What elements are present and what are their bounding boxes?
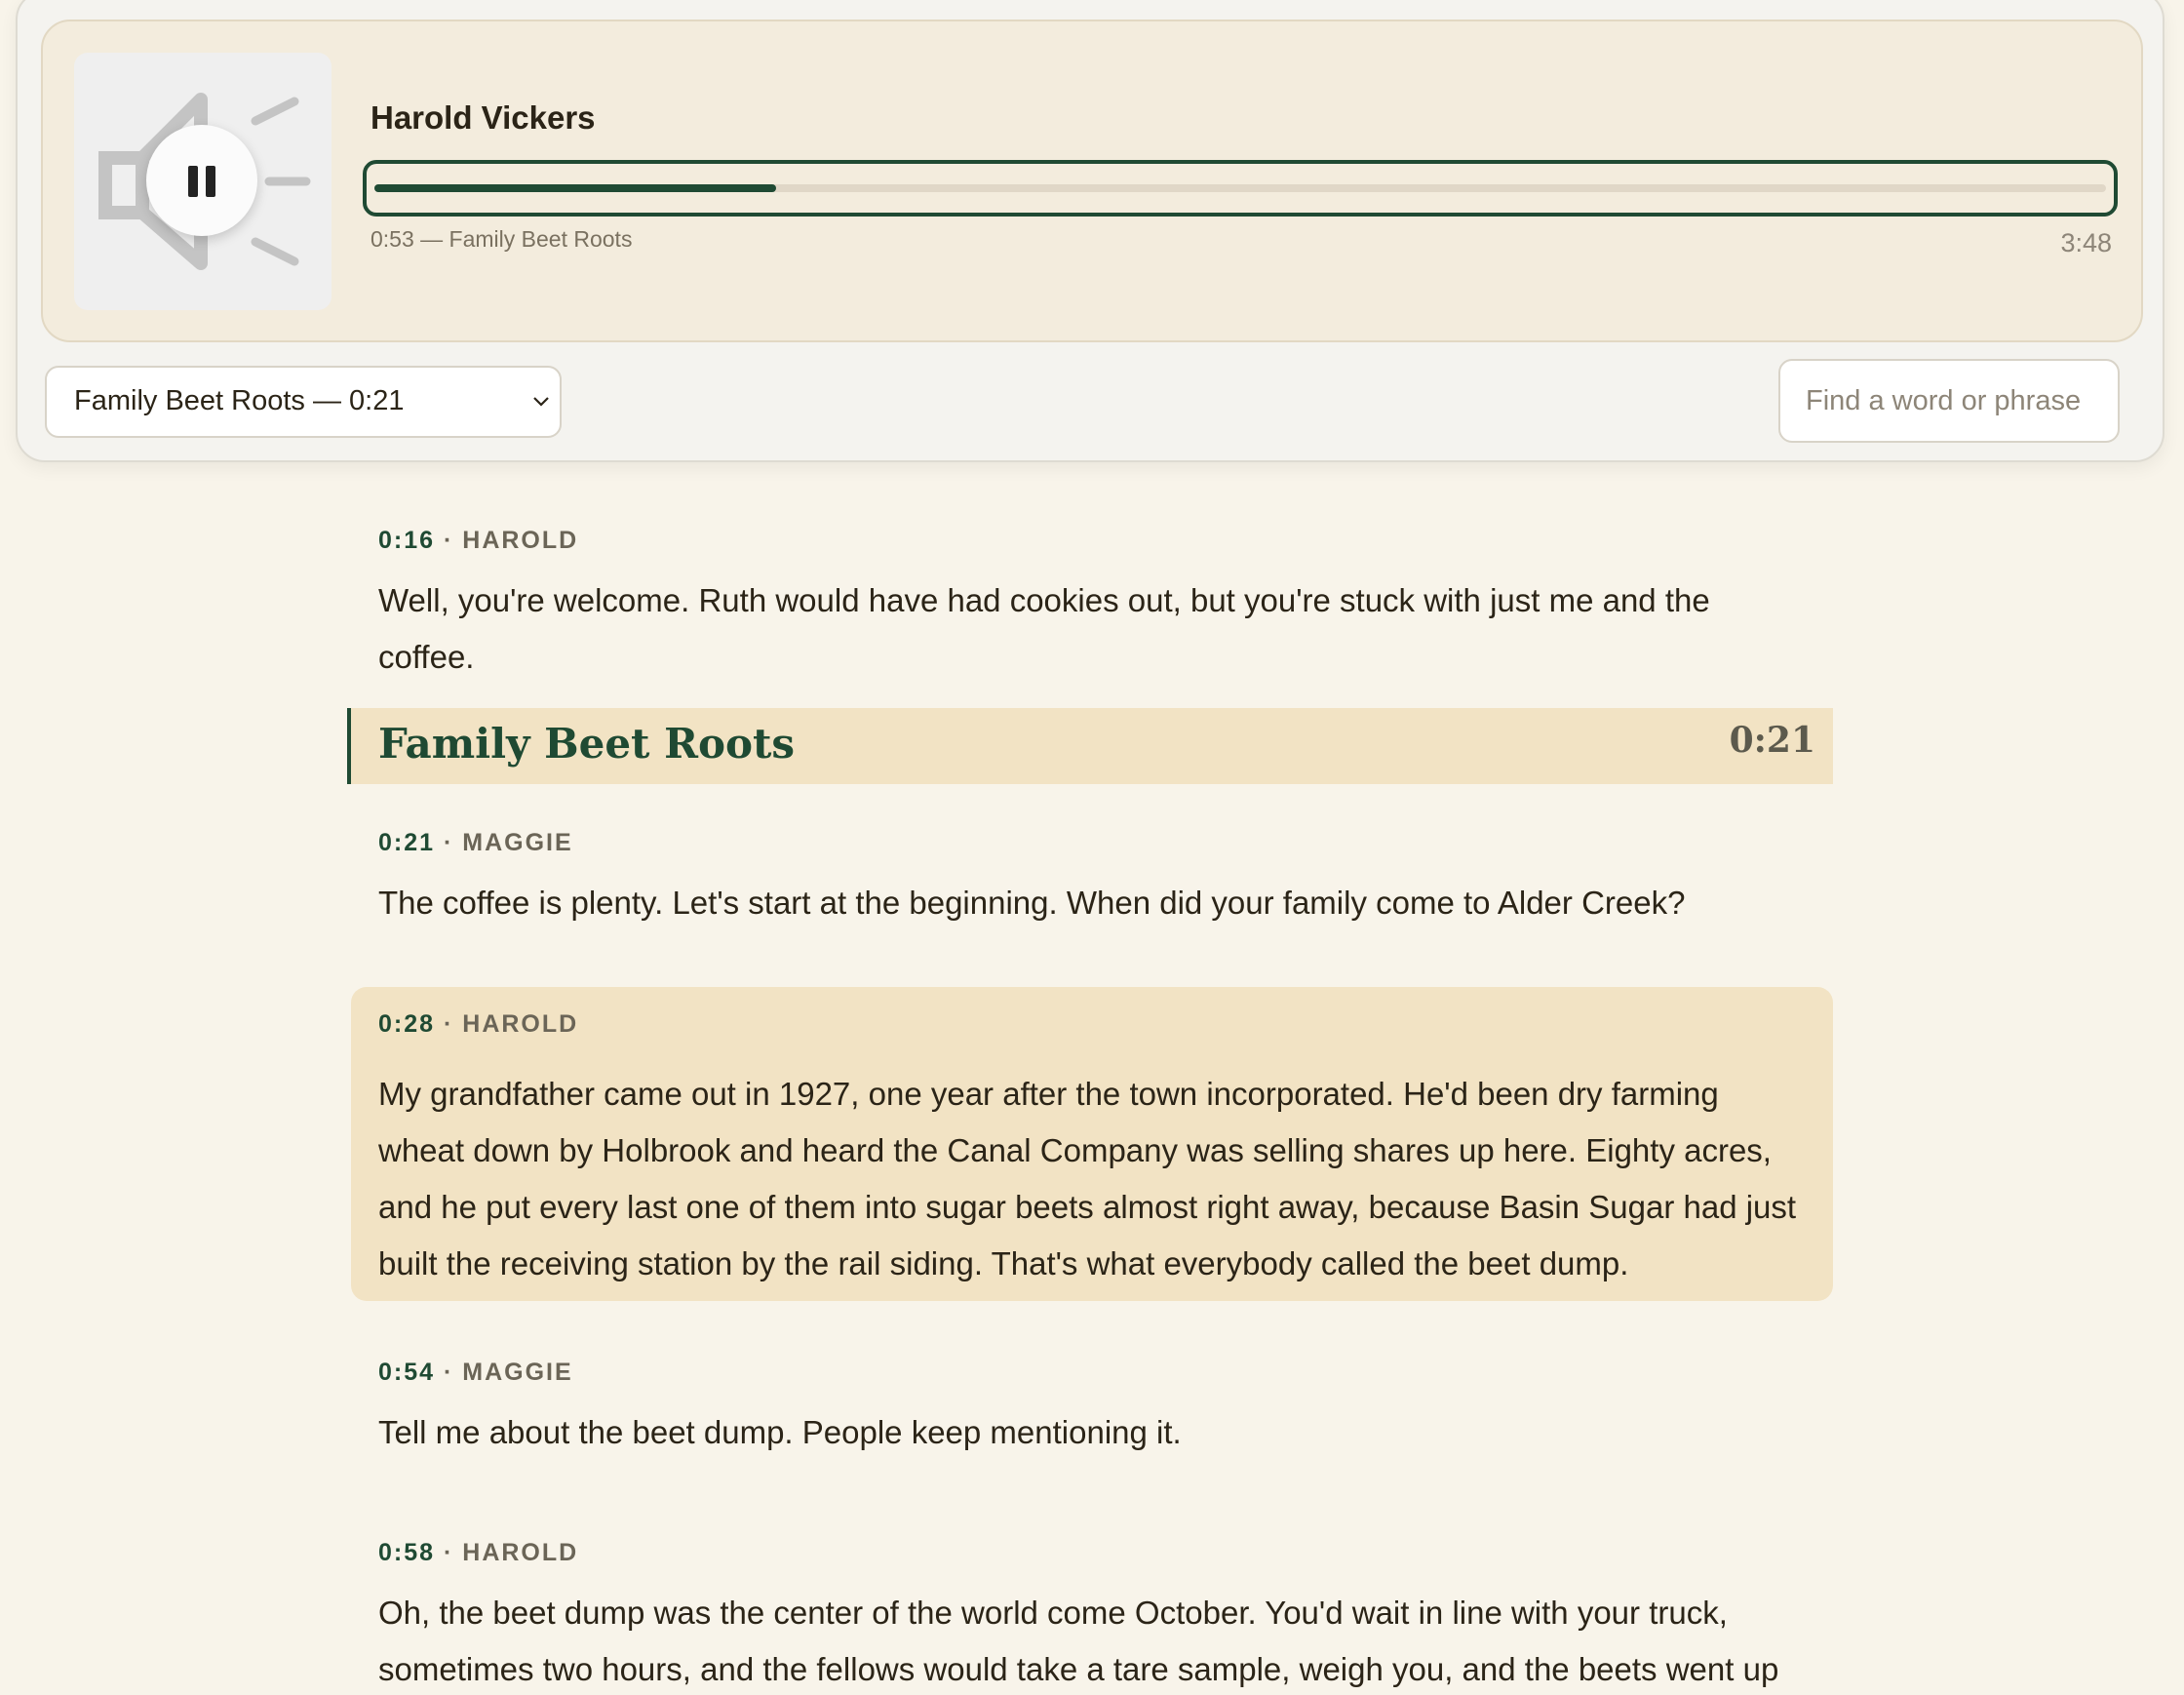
entry-text: The coffee is plenty. Let's start at the… [378,885,1686,921]
chapter-select[interactable]: Family Beet Roots — 0:21 [45,366,562,438]
entry-text: Well, you're welcome. Ruth would have ha… [378,582,1710,675]
entry-text: Tell me about the beet dump. People keep… [378,1414,1182,1450]
elapsed-label: 0:53 — Family Beet Roots [370,226,633,252]
search-input[interactable] [1778,359,2120,443]
progress-bar[interactable] [363,160,2118,217]
entry-speaker: MAGGIE [462,1359,573,1386]
entry-meta: 0:16 · HAROLD [378,527,578,555]
transcript-entry: 0:58 · HAROLD Oh, the beet dump was the … [351,1535,1833,1695]
entry-timestamp[interactable]: 0:28 [378,1010,435,1038]
transcript-entry: 0:21 · MAGGIE The coffee is plenty. Let'… [351,825,1833,932]
meta-separator: · [435,1539,463,1566]
entry-timestamp[interactable]: 0:54 [378,1359,435,1386]
speaker-name: Harold Vickers [370,99,596,136]
entry-timestamp[interactable]: 0:16 [378,527,435,554]
transcript-entry-current: 0:28 · HAROLD My grandfather came out in… [351,987,1833,1301]
entry-text: Oh, the beet dump was the center of the … [378,1595,1779,1687]
meta-separator: · [435,1010,463,1038]
duration-label: 3:48 [2060,228,2112,257]
pause-icon [188,166,198,197]
transcript-entry: 0:54 · MAGGIE Tell me about the beet dum… [351,1355,1833,1462]
meta-separator: · [435,1359,463,1386]
entry-text: My grandfather came out in 1927, one yea… [378,1076,1797,1281]
chapter-time: 0:21 [1729,720,1815,761]
chapter-title: Family Beet Roots [378,720,796,768]
entry-speaker: HAROLD [462,1539,579,1566]
entry-meta: 0:28 · HAROLD [378,1010,578,1039]
entry-meta: 0:58 · HAROLD [378,1539,578,1567]
progress-track [374,184,2106,192]
pause-icon-bar [206,166,215,197]
meta-separator: · [435,829,463,856]
entry-timestamp[interactable]: 0:21 [378,829,435,856]
entry-meta: 0:21 · MAGGIE [378,829,573,857]
chevron-down-icon [533,397,549,407]
chapter-heading: Family Beet Roots 0:21 [347,708,1833,784]
entry-meta: 0:54 · MAGGIE [378,1359,573,1387]
meta-separator: · [435,527,463,554]
entry-speaker: MAGGIE [462,829,573,856]
transcript-entry: 0:16 · HAROLD Well, you're welcome. Ruth… [351,523,1833,675]
entry-timestamp[interactable]: 0:58 [378,1539,435,1566]
entry-speaker: HAROLD [462,527,579,554]
chapter-select-value: Family Beet Roots — 0:21 [74,385,405,416]
pause-button[interactable] [146,125,257,236]
entry-speaker: HAROLD [462,1010,579,1038]
progress-fill [374,184,777,192]
